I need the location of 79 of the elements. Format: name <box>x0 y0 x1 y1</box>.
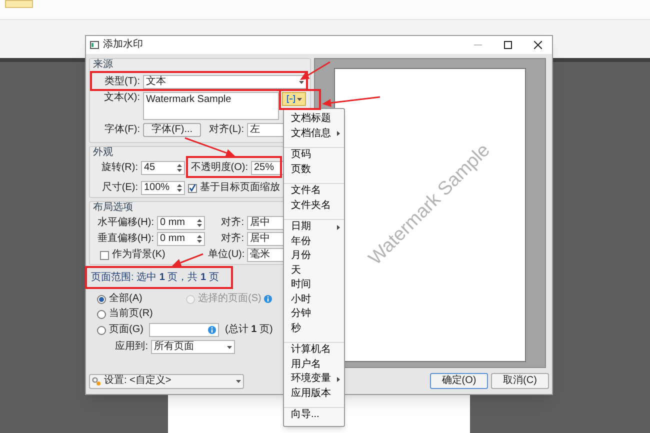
spin-arrows-icon <box>197 219 202 227</box>
annotation-arrow <box>184 137 235 157</box>
field-label: 对齐: <box>220 233 244 245</box>
window-title: 添加水印 <box>103 39 144 51</box>
spin-arrows-icon <box>177 164 182 172</box>
menu-item[interactable]: 环境变量 <box>284 372 344 386</box>
annotation-arrow <box>322 96 380 107</box>
caret-icon <box>227 346 232 348</box>
spin-arrows-icon <box>177 184 182 192</box>
field-label: 不透明度(O): <box>190 162 248 174</box>
menu-item[interactable]: 分钟 <box>284 307 344 322</box>
font-button[interactable]: 字体(F)... <box>143 123 201 137</box>
checkbox[interactable] <box>188 184 197 192</box>
field-label: 类型(T): <box>103 76 140 88</box>
menu-item[interactable]: 小时 <box>284 292 344 307</box>
info-icon <box>264 295 272 303</box>
radio-button[interactable] <box>97 326 106 334</box>
annotation-arrow <box>172 253 204 266</box>
checkmark-icon <box>189 184 196 192</box>
menu-item[interactable]: 秒 <box>284 322 344 336</box>
spin-field[interactable]: 0 mm <box>157 216 205 230</box>
gears-icon <box>92 376 101 386</box>
field-label: 水平偏移(H): <box>96 217 154 229</box>
maximize-icon <box>504 41 512 49</box>
field-label: 旋转(R): <box>100 162 138 174</box>
submenu-arrow-icon <box>337 131 340 136</box>
radio-label: 全部(A) <box>109 293 142 305</box>
input-field[interactable] <box>149 323 219 337</box>
field-label: 尺寸(E): <box>100 182 138 194</box>
menu-item[interactable]: 文件名 <box>284 184 344 198</box>
settings-dropdown[interactable]: 设置: <自定义> <box>89 374 244 388</box>
dialog-button[interactable]: 确定(O) <box>430 373 488 389</box>
menu-item[interactable]: 页码 <box>284 148 344 162</box>
spin-field[interactable]: 0 mm <box>157 232 205 246</box>
radio-label: 页面(G) <box>109 324 144 336</box>
spin-field[interactable]: 100% <box>141 181 185 195</box>
caret-icon <box>296 98 302 100</box>
brackets-icon <box>286 95 294 103</box>
close-icon <box>534 41 542 49</box>
field-label: 字体(F): <box>103 124 140 136</box>
menu-item[interactable]: 向导... <box>284 408 344 422</box>
radio-label: 选择的页面(S) <box>198 293 262 305</box>
dialog-button[interactable]: 取消(C) <box>491 373 549 389</box>
group-heading: 外观 <box>93 147 113 159</box>
radio-button[interactable] <box>97 294 106 304</box>
radio-label: 当前页(R) <box>109 308 153 320</box>
insert-field-button[interactable] <box>282 92 306 106</box>
caret-icon <box>236 380 241 382</box>
spin-arrows-icon <box>197 235 202 243</box>
checkbox-label: 基于目标页面缩放 <box>200 182 280 194</box>
menu-item[interactable]: 时间 <box>284 278 344 292</box>
page-range-summary: 页面范围: 选中 1 页，共 1 页 <box>91 272 219 284</box>
menu-item[interactable]: 页数 <box>284 162 344 177</box>
checkbox-label: 作为背景(K) <box>112 249 166 261</box>
page-total-label: (总计 1 页) <box>225 324 273 336</box>
app-icon <box>90 41 99 49</box>
group-heading: 来源 <box>93 59 113 71</box>
menu-item[interactable]: 天 <box>284 264 344 278</box>
radio-button[interactable] <box>97 310 106 318</box>
field-label: 单位(U): <box>208 249 244 261</box>
submenu-arrow-icon <box>337 224 340 230</box>
field-label: 文本(X): <box>102 92 140 104</box>
menu-item[interactable]: 用户名 <box>284 358 344 372</box>
field-label: 应用到: <box>114 341 148 353</box>
menu-item[interactable]: 应用版本 <box>284 386 344 401</box>
menu-item[interactable]: 文件夹名 <box>284 198 344 213</box>
info-icon <box>208 326 216 334</box>
text-area[interactable]: Watermark Sample <box>143 92 279 120</box>
dropdown-field[interactable]: 所有页面 <box>151 340 235 354</box>
checkbox[interactable] <box>100 250 109 260</box>
menu-item[interactable]: 计算机名 <box>284 343 344 358</box>
field-label: 对齐: <box>220 217 244 229</box>
submenu-arrow-icon <box>337 376 340 382</box>
annotation-arrow <box>300 61 330 80</box>
field-label: 对齐(L): <box>208 124 244 136</box>
group-heading: 布局选项 <box>93 202 133 214</box>
spin-field[interactable]: 45 <box>141 161 185 175</box>
field-label: 垂直偏移(H): <box>96 233 154 245</box>
dropdown-field[interactable]: 文本 <box>143 75 307 89</box>
